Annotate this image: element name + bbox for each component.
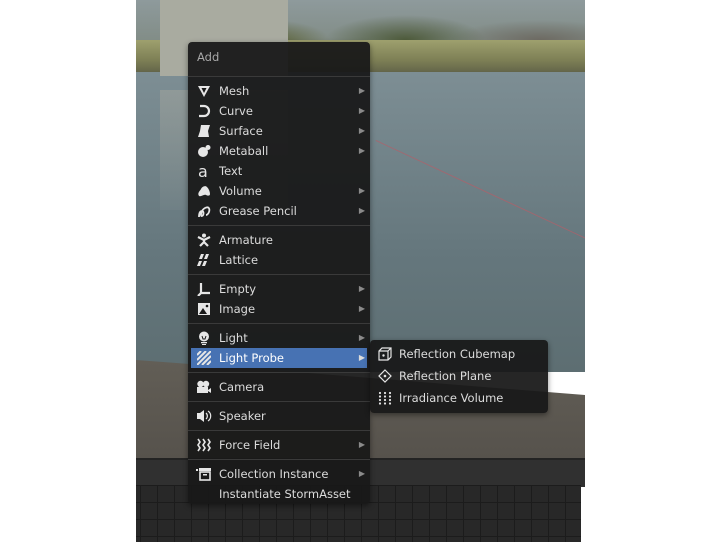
text-icon: a: [196, 163, 212, 179]
menu-body: Mesh ▶ Curve ▶ Surface ▶ Metaball ▶ a Text Volume ▶…: [188, 81, 370, 504]
metaball-icon: [196, 143, 212, 159]
curve-icon: [196, 103, 212, 119]
menu-item-light[interactable]: Light ▶: [188, 328, 370, 348]
camera-icon: [196, 379, 212, 395]
volume-icon: [196, 183, 212, 199]
submenu-item-reflection-cubemap[interactable]: Reflection Cubemap: [370, 343, 548, 365]
submenu-arrow-icon: ▶: [358, 304, 365, 313]
menu-item-instantiate-stormasset[interactable]: Instantiate StormAsset: [188, 484, 370, 504]
menu-separator: [188, 401, 370, 402]
menu-item-empty[interactable]: Empty ▶: [188, 279, 370, 299]
irradiance-volume-icon: [377, 390, 393, 406]
menu-item-volume[interactable]: Volume ▶: [188, 181, 370, 201]
submenu-arrow-icon: ▶: [358, 186, 365, 195]
menu-item-grease-pencil[interactable]: Grease Pencil ▶: [188, 201, 370, 221]
menu-item-label: Text: [219, 164, 243, 178]
submenu-arrow-icon: ▶: [358, 126, 365, 135]
menu-item-label: Curve: [219, 104, 253, 118]
submenu-arrow-icon: ▶: [358, 440, 365, 449]
menu-item-force-field[interactable]: Force Field ▶: [188, 435, 370, 455]
menu-item-label: Empty: [219, 282, 257, 296]
menu-item-metaball[interactable]: Metaball ▶: [188, 141, 370, 161]
menu-item-label: Speaker: [219, 409, 266, 423]
submenu-item-irradiance-volume[interactable]: Irradiance Volume: [370, 387, 548, 409]
menu-item-curve[interactable]: Curve ▶: [188, 101, 370, 121]
menu-item-surface[interactable]: Surface ▶: [188, 121, 370, 141]
menu-item-lattice[interactable]: Lattice: [188, 250, 370, 270]
menu-item-label: Force Field: [219, 438, 281, 452]
menu-item-label: Reflection Cubemap: [399, 347, 516, 361]
reflection-plane-icon: [377, 368, 393, 384]
submenu-arrow-icon: ▶: [358, 353, 365, 362]
menu-separator: [188, 323, 370, 324]
menu-separator: [188, 274, 370, 275]
menu-item-label: Mesh: [219, 84, 250, 98]
menu-item-label: Instantiate StormAsset: [219, 487, 351, 501]
light-probe-icon: [196, 350, 212, 366]
menu-separator: [188, 459, 370, 460]
menu-title: Add: [197, 50, 220, 64]
menu-separator: [188, 430, 370, 431]
collection-instance-icon: [196, 466, 212, 482]
light-icon: [196, 330, 212, 346]
submenu-arrow-icon: ▶: [358, 106, 365, 115]
menu-item-image[interactable]: Image ▶: [188, 299, 370, 319]
menu-item-camera[interactable]: Camera: [188, 377, 370, 397]
menu-item-label: Grease Pencil: [219, 204, 297, 218]
force-field-icon: [196, 437, 212, 453]
grease-pencil-icon: [196, 203, 212, 219]
menu-item-label: Camera: [219, 380, 265, 394]
menu-item-label: Volume: [219, 184, 262, 198]
speaker-icon: [196, 408, 212, 424]
image-icon: [196, 301, 212, 317]
surface-icon: [196, 123, 212, 139]
menu-item-mesh[interactable]: Mesh ▶: [188, 81, 370, 101]
menu-item-label: Metaball: [219, 144, 269, 158]
mesh-icon: [196, 83, 212, 99]
submenu-arrow-icon: ▶: [358, 284, 365, 293]
menu-item-text[interactable]: a Text: [188, 161, 370, 181]
svg-text:a: a: [198, 163, 208, 179]
empty-icon: [196, 281, 212, 297]
menu-item-label: Light: [219, 331, 248, 345]
submenu-body: Reflection Cubemap Reflection Plane Irradi…: [370, 343, 548, 409]
reflection-cubemap-icon: [377, 346, 393, 362]
menu-item-collection-instance[interactable]: Collection Instance ▶: [188, 464, 370, 484]
submenu-arrow-icon: ▶: [358, 469, 365, 478]
menu-item-label: Armature: [219, 233, 273, 247]
menu-item-speaker[interactable]: Speaker: [188, 406, 370, 426]
menu-item-label: Irradiance Volume: [399, 391, 504, 405]
menu-item-label: Lattice: [219, 253, 259, 267]
menu-separator: [188, 372, 370, 373]
add-menu: Add Mesh ▶ Curve ▶ Surface ▶ Metaball ▶ a Text Vol…: [188, 42, 370, 504]
menu-item-label: Surface: [219, 124, 263, 138]
menu-separator: [188, 225, 370, 226]
armature-icon: [196, 232, 212, 248]
submenu-arrow-icon: ▶: [358, 86, 365, 95]
submenu-arrow-icon: ▶: [358, 333, 365, 342]
menu-item-light-probe[interactable]: Light Probe ▶: [191, 348, 367, 368]
menu-item-label: Collection Instance: [219, 467, 329, 481]
menu-separator: [188, 76, 370, 77]
submenu-arrow-icon: ▶: [358, 206, 365, 215]
submenu-arrow-icon: ▶: [358, 146, 365, 155]
lattice-icon: [196, 252, 212, 268]
menu-item-label: Light Probe: [219, 351, 284, 365]
menu-item-label: Image: [219, 302, 256, 316]
menu-item-armature[interactable]: Armature: [188, 230, 370, 250]
submenu-item-reflection-plane[interactable]: Reflection Plane: [370, 365, 548, 387]
menu-item-label: Reflection Plane: [399, 369, 492, 383]
light-probe-submenu: Reflection Cubemap Reflection Plane Irradi…: [370, 340, 548, 413]
